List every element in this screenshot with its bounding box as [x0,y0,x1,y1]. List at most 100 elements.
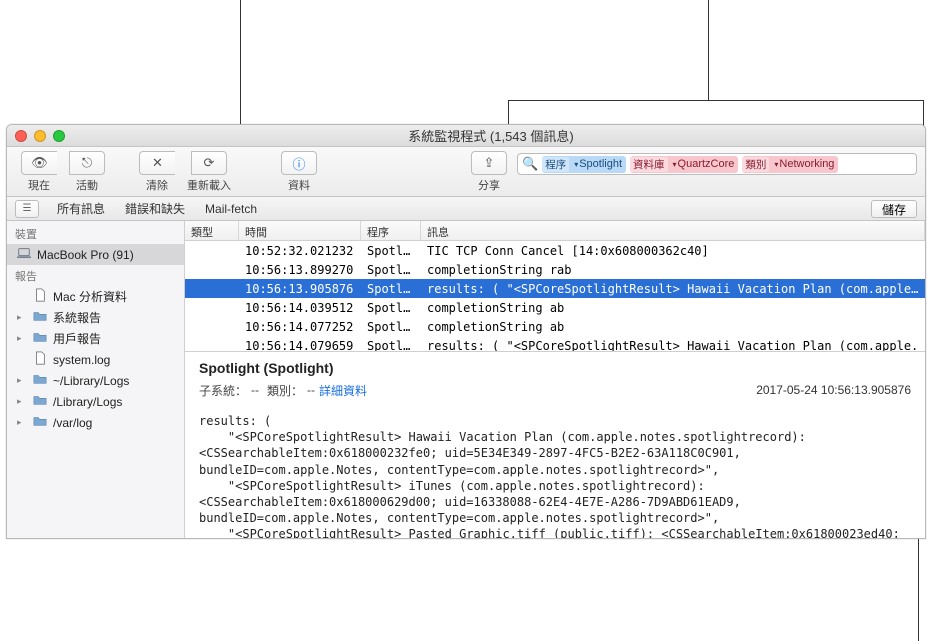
share-button[interactable]: ⇪ 分享 [465,151,513,193]
search-field[interactable]: 🔍 程序▾ Spotlight 資料庫▾ QuartzCore 類別▾ Netw… [517,153,917,175]
filter-bar: ☰ 所有訊息 錯誤和缺失 Mail-fetch 儲存 [7,197,925,221]
disclosure-icon[interactable]: ▸ [17,333,27,344]
document-icon [33,288,47,305]
sidebar-item-label: ~/Library/Logs [53,374,129,388]
col-type[interactable]: 類型 [185,221,239,240]
sidebar-icon: ☰ [23,203,32,214]
disclosure-icon[interactable]: ▸ [17,375,27,386]
sidebar-item[interactable]: ▸ ~/Library/Logs [7,370,184,391]
col-time[interactable]: 時間 [239,221,361,240]
activity-icon: ⎋ [82,155,92,171]
document-icon [33,351,47,368]
console-window: 系統監視程式 (1,543 個訊息) 👁 現在 ⎋ 活動 ✕ 清除 [6,124,926,539]
close-icon[interactable] [15,130,27,142]
sidebar-item-label: system.log [53,353,110,367]
detail-category-value: -- [307,383,315,397]
sidebar-header-devices: 裝置 [7,223,184,244]
share-icon: ⇪ [484,155,495,171]
search-icon: 🔍 [522,156,538,172]
cell-time: 10:56:13.905876 [239,282,361,296]
sidebar-header-reports: 報告 [7,265,184,286]
table-header: 類型 時間 程序 訊息 [185,221,925,241]
table-row[interactable]: 10:56:14.079659Spotli…results: ( "<SPCor… [185,336,925,351]
folder-icon [33,414,47,431]
now-button[interactable]: 👁 現在 [15,151,63,193]
sidebar: 裝置 MacBook Pro (91) 報告 Mac 分析資料 ▸ 系統報告 ▸ 用戶報… [7,221,185,538]
folder-icon [33,393,47,410]
laptop-icon [17,246,31,263]
cell-msg: results: ( "<SPCoreSpotlightResult> Hawa… [421,339,925,351]
sidebar-item-label: /Library/Logs [53,395,122,409]
sidebar-item[interactable]: ▸ /Library/Logs [7,391,184,412]
table-row[interactable]: 10:56:14.077252Spotli…completionString a… [185,317,925,336]
cell-time: 10:56:14.079659 [239,339,361,351]
cell-msg: completionString ab [421,320,925,334]
info-button[interactable]: ⓘ 資料 [275,151,323,193]
cell-msg: TIC TCP Conn Cancel [14:0x608000362c40] [421,244,925,258]
cell-proc: Spotli… [361,244,421,258]
filter-token-library[interactable]: 資料庫▾ QuartzCore [630,156,738,173]
folder-icon [33,309,47,326]
col-msg[interactable]: 訊息 [421,221,925,240]
cell-proc: Spotli… [361,282,421,296]
reload-icon: ⟳ [204,155,215,171]
minimize-icon[interactable] [34,130,46,142]
sidebar-item-label: /var/log [53,416,92,430]
table-row[interactable]: 10:56:13.899270Spotli…completionString r… [185,260,925,279]
cell-time: 10:52:32.021232 [239,244,361,258]
col-proc[interactable]: 程序 [361,221,421,240]
cell-proc: Spotli… [361,320,421,334]
detail-title: Spotlight (Spotlight) [199,360,911,376]
sidebar-item-device[interactable]: MacBook Pro (91) [7,244,184,265]
detail-pane: Spotlight (Spotlight) 子系統： -- 類別： -- 詳細資… [185,351,925,538]
cell-msg: completionString rab [421,263,925,277]
window-title: 系統監視程式 (1,543 個訊息) [65,126,917,145]
table-row[interactable]: 10:52:32.021232Spotli…TIC TCP Conn Cance… [185,241,925,260]
sidebar-item[interactable]: ▸ 用戶報告 [7,328,184,349]
reload-button[interactable]: ⟳ 重新載入 [181,151,237,193]
clear-icon: ✕ [152,155,163,171]
traffic-lights [15,130,65,142]
zoom-icon[interactable] [53,130,65,142]
detail-subsystem-label: 子系統： [199,382,247,399]
detail-subsystem-value: -- [251,383,259,397]
cell-time: 10:56:13.899270 [239,263,361,277]
sidebar-item-label: 用戶報告 [53,330,101,347]
disclosure-icon[interactable]: ▸ [17,417,27,428]
disclosure-icon[interactable]: ▸ [17,312,27,323]
sidebar-item-label: 系統報告 [53,309,101,326]
cell-msg: completionString ab [421,301,925,315]
disclosure-icon[interactable]: ▸ [17,396,27,407]
activity-button[interactable]: ⎋ 活動 [63,151,111,193]
cell-time: 10:56:14.039512 [239,301,361,315]
tab-mail-fetch[interactable]: Mail-fetch [195,202,267,216]
folder-icon [33,330,47,347]
save-button[interactable]: 儲存 [871,200,917,218]
detail-link[interactable]: 詳細資料 [319,382,367,399]
cell-proc: Spotli… [361,263,421,277]
sidebar-item[interactable]: ▸ 系統報告 [7,307,184,328]
table-row[interactable]: 10:56:13.905876Spotli…results: ( "<SPCor… [185,279,925,298]
folder-icon [33,372,47,389]
tab-all-messages[interactable]: 所有訊息 [47,200,115,217]
callout-line [708,0,709,100]
log-rows: 10:52:32.021232Spotli…TIC TCP Conn Cance… [185,241,925,351]
table-row[interactable]: 10:56:14.039512Spotli…completionString a… [185,298,925,317]
cell-proc: Spotli… [361,339,421,351]
sidebar-item[interactable]: system.log [7,349,184,370]
info-icon: ⓘ [292,154,305,173]
toolbar: 👁 現在 ⎋ 活動 ✕ 清除 ⟳ 重新載入 [7,147,925,197]
toggle-sidebar-button[interactable]: ☰ [15,200,39,218]
detail-category-label: 類別： [267,382,303,399]
sidebar-item-label: MacBook Pro (91) [37,248,134,262]
sidebar-item[interactable]: ▸ /var/log [7,412,184,433]
clear-button[interactable]: ✕ 清除 [133,151,181,193]
callout-line [508,100,924,101]
sidebar-item[interactable]: Mac 分析資料 [7,286,184,307]
tab-errors[interactable]: 錯誤和缺失 [115,200,195,217]
titlebar[interactable]: 系統監視程式 (1,543 個訊息) [7,125,925,147]
detail-body: results: ( "<SPCoreSpotlightResult> Hawa… [199,413,911,538]
filter-token-process[interactable]: 程序▾ Spotlight [542,156,626,173]
cell-msg: results: ( "<SPCoreSpotlightResult> Hawa… [421,282,925,296]
filter-token-category[interactable]: 類別▾ Networking [742,156,838,173]
